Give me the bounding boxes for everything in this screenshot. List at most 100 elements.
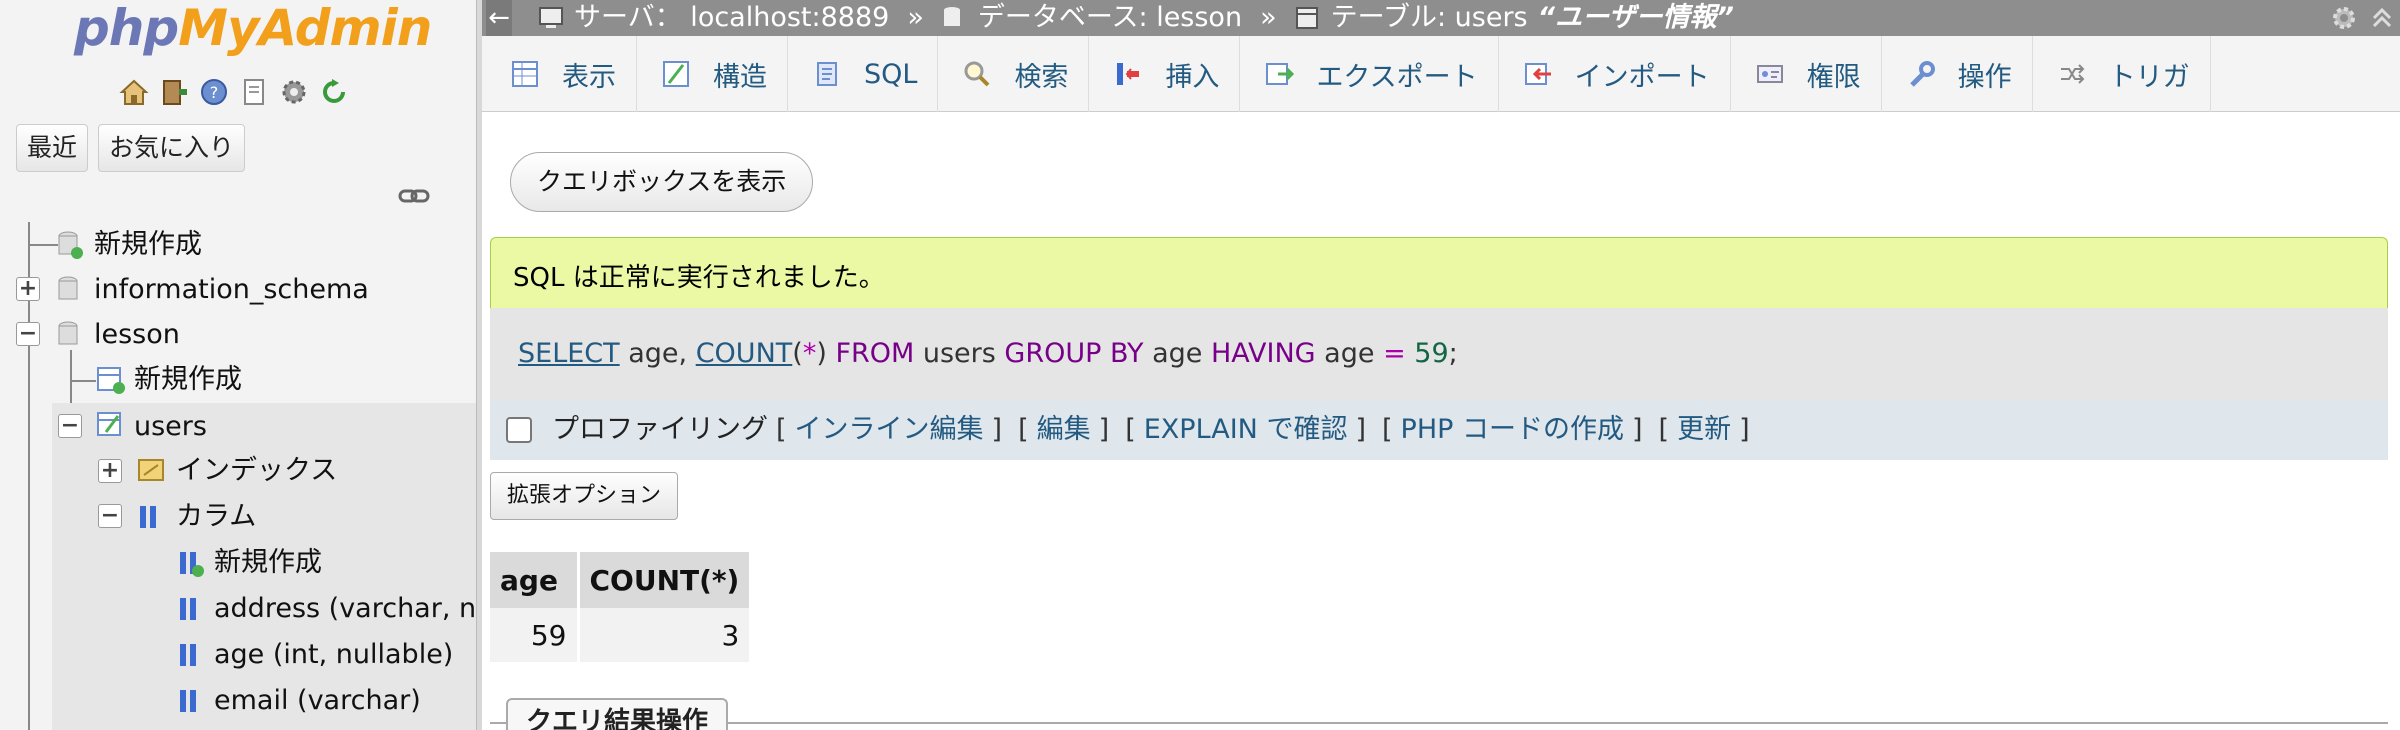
breadcrumb-separator: » [907, 2, 924, 33]
extended-options-button[interactable]: 拡張オプション [490, 472, 679, 520]
tree-db-lesson[interactable]: lesson [94, 312, 180, 357]
explain-link[interactable]: EXPLAIN で確認 [1144, 400, 1348, 460]
tab-label: トリガ [2108, 61, 2190, 93]
column-header-age[interactable]: age [490, 552, 580, 608]
sql-text: age [1143, 338, 1211, 369]
sql-function-count[interactable]: COUNT [696, 338, 793, 369]
database-icon [56, 320, 80, 354]
tree-lesson-new-table[interactable]: 新規作成 [134, 357, 242, 402]
tree-column-age[interactable]: age (int, nullable) [214, 632, 453, 677]
export-icon [1264, 59, 1295, 89]
tree-new-database[interactable]: 新規作成 [94, 222, 202, 267]
tab-label: 挿入 [1165, 61, 1220, 93]
show-query-box-button[interactable]: クエリボックスを表示 [510, 152, 814, 212]
structure-icon [661, 59, 691, 89]
column-header-count[interactable]: COUNT(*) [578, 552, 753, 608]
reload-icon[interactable] [318, 76, 350, 108]
result-table: age COUNT(*) 59 3 [490, 552, 753, 662]
sql-operator: * [802, 338, 817, 369]
sql-keyword-group-by: GROUP BY [1004, 338, 1144, 369]
collapse-nav-arrow-icon[interactable]: ← [486, 0, 512, 36]
phpmyadmin-logo[interactable]: phpMyAdmin [74, 0, 432, 57]
tab-search[interactable]: 検索 [938, 36, 1090, 112]
breadcrumb-bar: ← サーバ： localhost:8889 » データベース: lesson »… [482, 0, 2400, 36]
tab-label: 権限 [1806, 61, 1861, 93]
help-icon[interactable]: ? [198, 76, 230, 108]
sql-text: ( [792, 338, 803, 369]
tab-operations[interactable]: 操作 [1882, 36, 2033, 112]
tree-columns-new[interactable]: 新規作成 [214, 540, 322, 585]
query-action-links: プロファイリング [ インライン編集] [ 編集] [ EXPLAIN で確認] [ P… [490, 400, 2388, 460]
profiling-label[interactable]: プロファイリング [552, 400, 768, 460]
tree-indexes[interactable]: インデックス [176, 448, 337, 493]
tab-import[interactable]: インポート [1499, 36, 1731, 112]
table-icon [1295, 5, 1321, 31]
tab-label: 表示 [562, 61, 616, 93]
favorites-button[interactable]: お気に入り [98, 124, 246, 172]
tab-structure[interactable]: 構造 [637, 36, 788, 112]
bracket: [ [1382, 414, 1393, 445]
server-icon [538, 5, 564, 31]
collapse-users[interactable]: − [58, 414, 82, 438]
tab-sql[interactable]: SQL [788, 36, 939, 112]
bracket: ] [991, 414, 1003, 445]
sql-keyword-having: HAVING [1210, 338, 1316, 369]
inline-edit-link[interactable]: インライン編集 [795, 400, 984, 460]
tab-label: 構造 [713, 61, 767, 93]
bracket: [ [1125, 414, 1136, 445]
tree-db-information-schema[interactable]: information_schema [94, 267, 369, 312]
exit-icon[interactable] [158, 76, 190, 108]
bracket: ] [1739, 414, 1750, 445]
operations-icon [1906, 59, 1936, 89]
column-icon [176, 640, 202, 674]
bracket: ] [1632, 414, 1643, 445]
tree-table-users[interactable]: users [134, 404, 207, 449]
tab-bar: 表示 構造 SQL 検索 挿入 エクスポート インポート 権限 操作 トリガ [482, 36, 2400, 112]
cell-age[interactable]: 59 [490, 608, 580, 662]
search-icon [962, 59, 992, 89]
column-icon [176, 594, 202, 628]
tab-label: インポート [1574, 61, 1710, 93]
tab-privileges[interactable]: 権限 [1731, 36, 1882, 112]
index-icon [136, 455, 166, 489]
expand-indexes[interactable]: + [98, 459, 122, 483]
bracket: [ [776, 414, 787, 445]
sql-number: 59 [1405, 338, 1449, 369]
tab-label: エクスポート [1316, 61, 1478, 93]
cell-count[interactable]: 3 [578, 608, 753, 662]
tab-insert[interactable]: 挿入 [1089, 36, 1241, 112]
tree-columns[interactable]: カラム [176, 494, 256, 539]
breadcrumb-database[interactable]: データベース: lesson [978, 0, 1242, 36]
new-table-icon [96, 365, 126, 399]
link-icon[interactable] [398, 188, 430, 208]
navigation-panel: phpMyAdmin ? 最近 お気に入り 新規作成 + information… [0, 0, 480, 730]
sql-text: users [914, 338, 1005, 369]
sql-text: ; [1448, 338, 1458, 369]
create-php-code-link[interactable]: PHP コードの作成 [1401, 400, 1624, 460]
logo-php-text: php [74, 0, 179, 57]
sql-icon [812, 59, 842, 89]
recent-button[interactable]: 最近 [16, 124, 89, 172]
breadcrumb-server[interactable]: サーバ： localhost:8889 [574, 0, 889, 36]
bracket: [ [1658, 414, 1670, 445]
breadcrumb: サーバ： localhost:8889 » データベース: lesson » テ… [538, 0, 1734, 36]
tab-browse[interactable]: 表示 [486, 36, 637, 112]
collapse-columns[interactable]: − [98, 504, 122, 528]
profiling-checkbox[interactable] [506, 417, 532, 443]
tab-export[interactable]: エクスポート [1240, 36, 1499, 112]
refresh-link[interactable]: 更新 [1677, 400, 1731, 460]
settings-icon[interactable] [278, 76, 310, 108]
tab-label: 検索 [1014, 61, 1069, 93]
privileges-icon [1755, 59, 1785, 89]
tree-column-address[interactable]: address (varchar, nu [214, 586, 480, 631]
sql-keyword-select[interactable]: SELECT [518, 338, 620, 369]
expand-information-schema[interactable]: + [16, 277, 40, 301]
docs-icon[interactable] [238, 76, 270, 108]
collapse-lesson[interactable]: − [16, 322, 40, 346]
tab-triggers[interactable]: トリガ [2033, 36, 2211, 112]
breadcrumb-table[interactable]: テーブル: users [1331, 0, 1528, 36]
edit-link[interactable]: 編集 [1037, 400, 1091, 460]
tab-label: 操作 [1957, 61, 2012, 93]
home-icon[interactable] [118, 76, 150, 108]
tree-column-email[interactable]: email (varchar) [214, 678, 421, 723]
